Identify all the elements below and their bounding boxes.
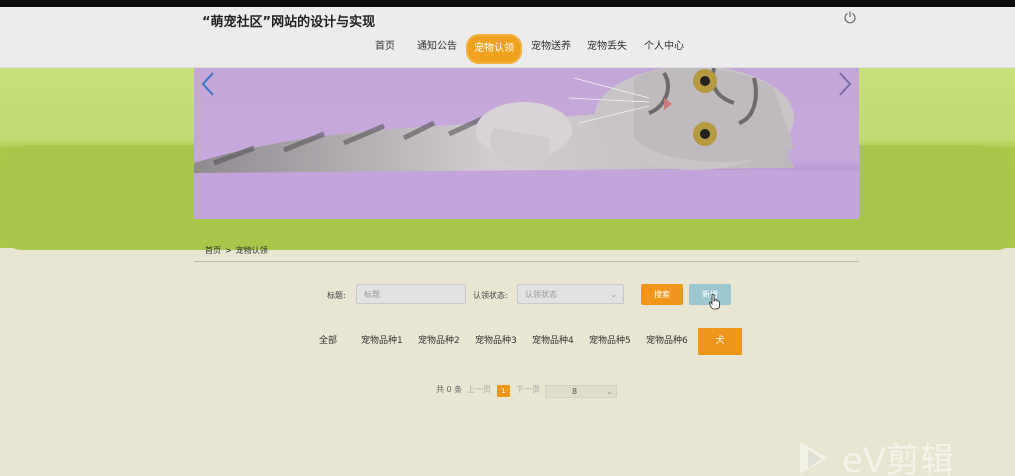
status-select[interactable]: 认领状态 ⌄: [517, 284, 624, 304]
category-tab-active[interactable]: 犬: [698, 328, 742, 355]
power-icon[interactable]: [843, 10, 857, 24]
status-label: 认领状态:: [473, 291, 508, 300]
nav-personal-center[interactable]: 个人中心: [644, 32, 684, 62]
category-tab[interactable]: 宠物品种2: [418, 328, 460, 355]
category-tab[interactable]: 宠物品种6: [646, 328, 688, 355]
nav-pet-rehoming[interactable]: 宠物送养: [531, 32, 571, 62]
nav-pet-adoption[interactable]: 宠物认领: [466, 34, 522, 64]
nav-pet-lost[interactable]: 宠物丢失: [587, 32, 627, 62]
chevron-left-icon[interactable]: [197, 70, 221, 100]
window-top-bar: [0, 0, 1015, 7]
breadcrumb-divider: [194, 261, 859, 262]
breadcrumb-separator: >: [225, 246, 232, 255]
category-tab[interactable]: 宠物品种4: [532, 328, 574, 355]
pagination-current-page[interactable]: 1: [497, 385, 510, 397]
cat-banner-image: [194, 68, 859, 219]
breadcrumb-home[interactable]: 首页: [205, 246, 221, 255]
watermark-text: eV剪辑: [842, 441, 954, 476]
chevron-down-icon: ⌄: [606, 387, 613, 396]
search-button[interactable]: 搜索: [641, 284, 683, 305]
site-header: “萌宠社区”网站的设计与实现 首页 通知公告 宠物认领 宠物送养 宠物丢失 个人…: [0, 7, 1015, 68]
status-placeholder: 认领状态: [525, 290, 557, 299]
pagination-next[interactable]: 下一页: [516, 384, 540, 395]
nav-notices[interactable]: 通知公告: [417, 32, 457, 62]
ev-editor-watermark: eV剪辑: [800, 441, 954, 476]
chevron-down-icon: ⌄: [610, 290, 617, 299]
main-nav: 首页 通知公告 宠物认领 宠物送养 宠物丢失 个人中心: [0, 32, 1015, 64]
title-input[interactable]: 标题: [356, 284, 466, 304]
title-placeholder: 标题: [364, 290, 380, 299]
category-tab[interactable]: 宠物品种3: [475, 328, 517, 355]
hand-cursor-icon: [709, 294, 720, 310]
breadcrumb-current: 宠物认领: [235, 246, 268, 255]
category-tab[interactable]: 宠物品种1: [361, 328, 403, 355]
page-size-select[interactable]: 8 ⌄: [545, 385, 617, 398]
page-size-value: 8: [572, 387, 578, 396]
chevron-right-icon[interactable]: [832, 70, 856, 100]
pagination-prev[interactable]: 上一页: [467, 384, 491, 395]
category-tab[interactable]: 宠物品种5: [589, 328, 631, 355]
title-label: 标题:: [327, 291, 346, 300]
breadcrumb: 首页 > 宠物认领: [205, 245, 272, 256]
banner-carousel: [194, 68, 859, 219]
pagination-total: 共 0 条: [436, 385, 463, 394]
category-tab[interactable]: 全部: [319, 328, 337, 355]
site-title: “萌宠社区”网站的设计与实现: [202, 15, 376, 30]
nav-home[interactable]: 首页: [375, 32, 395, 62]
